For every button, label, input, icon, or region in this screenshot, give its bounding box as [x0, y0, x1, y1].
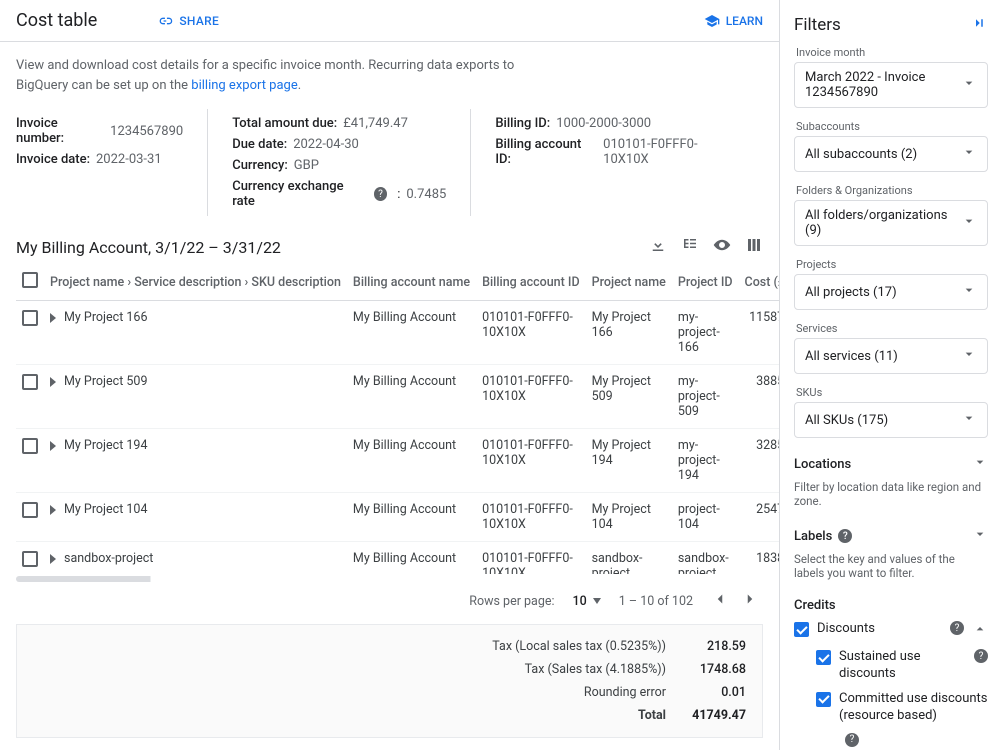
skus-select[interactable]: All SKUs (175): [794, 402, 988, 438]
subaccounts-select[interactable]: All subaccounts (2): [794, 136, 988, 172]
billing-export-link[interactable]: billing export page: [191, 78, 297, 93]
help-icon[interactable]: ?: [845, 733, 859, 747]
labels-section[interactable]: Labels?: [794, 522, 988, 550]
locations-section[interactable]: Locations: [794, 450, 988, 478]
expand-icon[interactable]: [50, 313, 56, 323]
cost-table: Project name › Service description › SKU…: [16, 264, 779, 574]
col-project-id[interactable]: Project ID: [672, 264, 739, 301]
expand-icon[interactable]: [50, 505, 56, 515]
help-icon[interactable]: ?: [374, 187, 387, 201]
table-row[interactable]: My Project 104My Billing Account010101-F…: [16, 493, 779, 542]
share-button[interactable]: SHARE: [157, 13, 219, 29]
link-icon: [157, 13, 173, 29]
services-select[interactable]: All services (11): [794, 338, 988, 374]
col-billing-account-id[interactable]: Billing account ID: [476, 264, 586, 301]
collapse-filters-icon[interactable]: [970, 14, 988, 36]
help-icon[interactable]: ?: [974, 649, 988, 663]
table-row[interactable]: My Project 194My Billing Account010101-F…: [16, 429, 779, 493]
col-billing-account-name[interactable]: Billing account name: [347, 264, 476, 301]
table-row[interactable]: My Project 166My Billing Account010101-F…: [16, 301, 779, 365]
row-checkbox[interactable]: [22, 310, 38, 326]
columns-icon[interactable]: [745, 236, 763, 258]
row-checkbox[interactable]: [22, 438, 38, 454]
next-page-button[interactable]: [741, 590, 759, 612]
help-icon[interactable]: ?: [838, 529, 852, 543]
invoice-month-select[interactable]: March 2022 - Invoice 1234567890: [794, 62, 988, 108]
rows-per-page-select[interactable]: 10: [573, 594, 601, 609]
expand-icon[interactable]: [50, 554, 56, 564]
learn-button[interactable]: LEARN: [704, 13, 763, 29]
col-project-crumb[interactable]: Project name › Service description › SKU…: [44, 264, 347, 301]
hierarchy-icon[interactable]: [681, 236, 699, 258]
sustained-use-checkbox[interactable]: Sustained use discounts?: [794, 645, 988, 687]
row-checkbox[interactable]: [22, 502, 38, 518]
totals-box: Tax (Local sales tax (0.5235%))218.59 Ta…: [16, 624, 763, 738]
expand-icon[interactable]: [50, 441, 56, 451]
download-icon[interactable]: [649, 236, 667, 258]
expand-icon[interactable]: [50, 377, 56, 387]
visibility-icon[interactable]: [713, 236, 731, 258]
col-cost[interactable]: Cost (£): [739, 264, 779, 301]
rows-per-page-label: Rows per page:: [469, 594, 554, 609]
projects-select[interactable]: All projects (17): [794, 274, 988, 310]
folders-select[interactable]: All folders/organizations (9): [794, 200, 988, 246]
select-all-checkbox[interactable]: [22, 272, 38, 288]
page-title: Cost table: [16, 10, 97, 31]
discounts-checkbox[interactable]: Discounts?: [794, 617, 988, 645]
table-row[interactable]: My Project 509My Billing Account010101-F…: [16, 365, 779, 429]
table-row[interactable]: sandbox-projectMy Billing Account010101-…: [16, 542, 779, 575]
credits-header: Credits: [794, 594, 988, 617]
page-range: 1 – 10 of 102: [619, 594, 693, 609]
committed-use-checkbox[interactable]: Committed use discounts (resource based): [794, 687, 988, 729]
col-project-name[interactable]: Project name: [586, 264, 672, 301]
row-checkbox[interactable]: [22, 551, 38, 567]
intro-text: View and download cost details for a spe…: [0, 42, 560, 101]
help-icon[interactable]: ?: [950, 621, 964, 635]
section-title: My Billing Account, 3/1/22 – 3/31/22: [16, 238, 281, 257]
graduation-icon: [704, 13, 720, 29]
row-checkbox[interactable]: [22, 374, 38, 390]
invoice-summary: Invoice number:1234567890 Invoice date:2…: [0, 101, 779, 236]
filters-title: Filters: [794, 15, 841, 35]
prev-page-button[interactable]: [711, 590, 729, 612]
